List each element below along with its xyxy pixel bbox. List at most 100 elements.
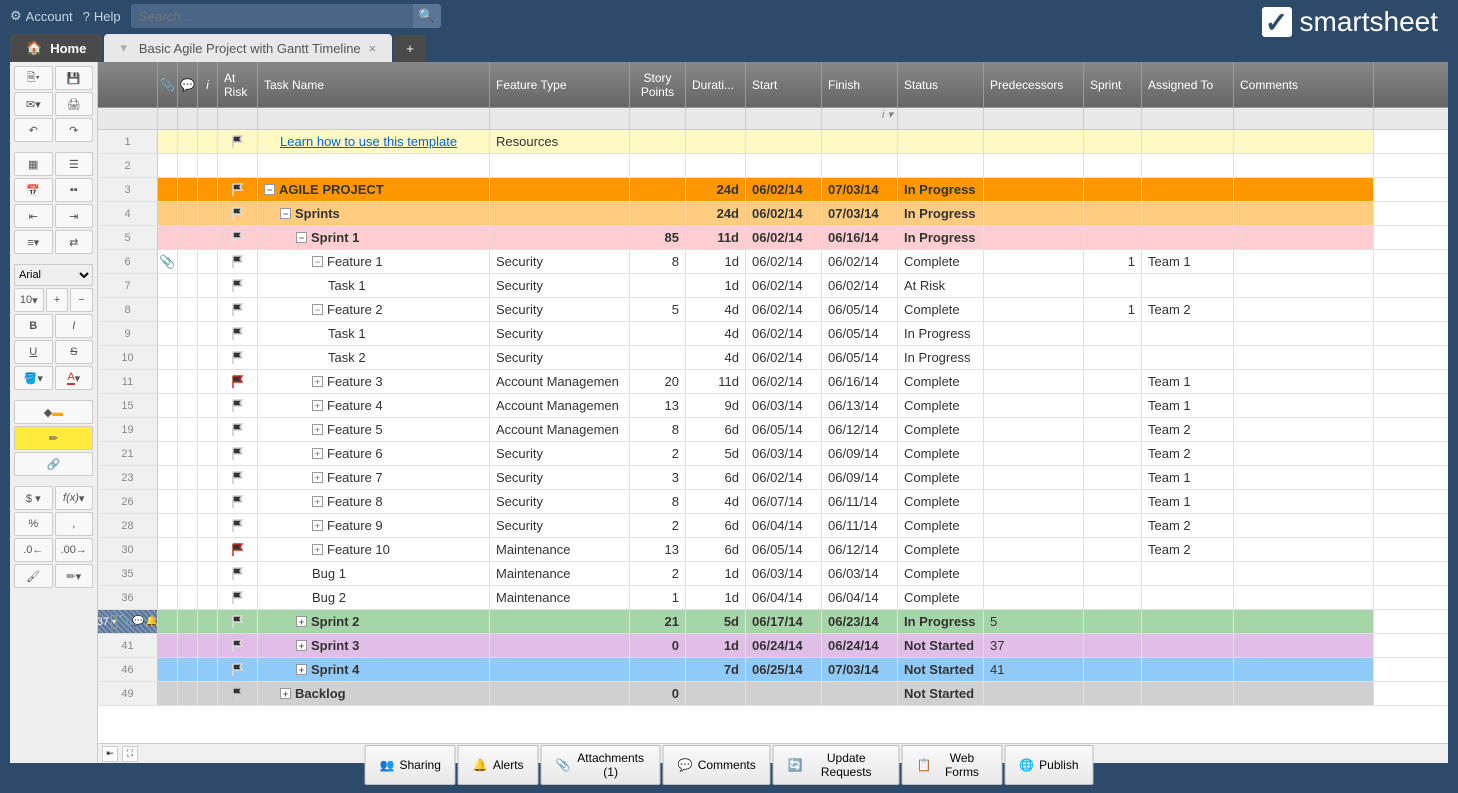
cell-task[interactable]: −Feature 2 [258, 298, 490, 321]
table-row[interactable]: 10 Task 2 Security 4d 06/02/14 06/05/14 … [98, 346, 1448, 370]
row-number[interactable]: 9 [98, 322, 158, 345]
cell-comments[interactable] [1234, 298, 1374, 321]
cell-task[interactable]: +Feature 3 [258, 370, 490, 393]
cell-duration[interactable] [686, 682, 746, 705]
comments-button[interactable]: 💬 Comments [663, 745, 771, 785]
cell-story[interactable]: 85 [630, 226, 686, 249]
cell-start[interactable]: 06/02/14 [746, 370, 822, 393]
cell-ftype[interactable]: Security [490, 514, 630, 537]
cell-flag[interactable] [218, 322, 258, 345]
cell-task[interactable]: Task 1 [258, 322, 490, 345]
cell-discuss[interactable] [178, 514, 198, 537]
table-row[interactable]: 35 Bug 1 Maintenance 2 1d 06/03/14 06/03… [98, 562, 1448, 586]
cell-assigned[interactable]: Team 1 [1142, 250, 1234, 273]
cell-story[interactable]: 20 [630, 370, 686, 393]
cell-task[interactable] [258, 154, 490, 177]
decrease-decimal-button[interactable]: .0← [14, 538, 53, 562]
cell-pred[interactable] [984, 202, 1084, 225]
expand-toggle[interactable]: + [312, 376, 323, 387]
cell-info[interactable] [198, 538, 218, 561]
expand-toggle[interactable]: + [312, 448, 323, 459]
cell-start[interactable]: 06/02/14 [746, 250, 822, 273]
cell-attach[interactable] [158, 202, 178, 225]
cell-comments[interactable] [1234, 658, 1374, 681]
header-duration[interactable]: Durati... [686, 62, 746, 107]
cell-attach[interactable] [158, 394, 178, 417]
cell-finish[interactable]: 06/05/14 [822, 346, 898, 369]
italic-button[interactable]: I [55, 314, 94, 338]
cell-start[interactable]: 06/02/14 [746, 466, 822, 489]
cell-status[interactable]: At Risk [898, 274, 984, 297]
cell-ftype[interactable] [490, 682, 630, 705]
row-number[interactable]: 7 [98, 274, 158, 297]
cell-assigned[interactable] [1142, 322, 1234, 345]
cell-attach[interactable] [158, 298, 178, 321]
table-row[interactable]: 9 Task 1 Security 4d 06/02/14 06/05/14 I… [98, 322, 1448, 346]
cell-start[interactable]: 06/03/14 [746, 394, 822, 417]
cell-task[interactable]: Bug 2 [258, 586, 490, 609]
cell-task[interactable]: +Feature 7 [258, 466, 490, 489]
header-sprint[interactable]: Sprint [1084, 62, 1142, 107]
table-row[interactable]: 46 +Sprint 4 7d 06/25/14 07/03/14 Not St… [98, 658, 1448, 682]
cell-attach[interactable] [158, 634, 178, 657]
table-row[interactable]: 7 Task 1 Security 1d 06/02/14 06/02/14 A… [98, 274, 1448, 298]
cell-assigned[interactable]: Team 2 [1142, 418, 1234, 441]
cell-discuss[interactable] [178, 562, 198, 585]
currency-button[interactable]: $ ▾ [14, 486, 53, 510]
cell-duration[interactable] [686, 154, 746, 177]
cell-attach[interactable] [158, 538, 178, 561]
cell-task[interactable]: −Sprint 1 [258, 226, 490, 249]
cell-assigned[interactable] [1142, 274, 1234, 297]
cell-flag[interactable] [218, 226, 258, 249]
cell-discuss[interactable] [178, 298, 198, 321]
row-number[interactable]: 49 [98, 682, 158, 705]
bold-button[interactable]: B [14, 314, 53, 338]
table-row[interactable]: 37▾📎💬🔔 +Sprint 2 21 5d 06/17/14 06/23/14… [98, 610, 1448, 634]
header-discuss[interactable]: 💬 [178, 62, 198, 107]
tab-close-icon[interactable]: × [369, 41, 377, 56]
cell-duration[interactable] [686, 130, 746, 153]
cell-info[interactable] [198, 514, 218, 537]
cell-duration[interactable]: 4d [686, 490, 746, 513]
cell-flag[interactable] [218, 658, 258, 681]
cell-discuss[interactable] [178, 586, 198, 609]
cell-pred[interactable] [984, 322, 1084, 345]
table-row[interactable]: 2 [98, 154, 1448, 178]
cell-attach[interactable] [158, 682, 178, 705]
grid-view-button[interactable]: ▦ [14, 152, 53, 176]
function-button[interactable]: f(x)▾ [55, 486, 94, 510]
cell-pred[interactable] [984, 370, 1084, 393]
cell-comments[interactable] [1234, 490, 1374, 513]
header-info[interactable]: i [198, 62, 218, 107]
cell-assigned[interactable] [1142, 178, 1234, 201]
cell-discuss[interactable] [178, 322, 198, 345]
cell-comments[interactable] [1234, 322, 1374, 345]
cell-comments[interactable] [1234, 538, 1374, 561]
redo-button[interactable]: ↷ [55, 118, 94, 142]
cell-pred[interactable] [984, 274, 1084, 297]
cell-ftype[interactable]: Account Managemen [490, 394, 630, 417]
cell-attach[interactable] [158, 274, 178, 297]
cell-start[interactable]: 06/03/14 [746, 442, 822, 465]
cell-status[interactable]: Complete [898, 394, 984, 417]
cell-pred[interactable]: 41 [984, 658, 1084, 681]
outdent-button[interactable]: ⇤ [14, 204, 53, 228]
cell-info[interactable] [198, 586, 218, 609]
font-size-select[interactable]: 10 ▾ [14, 288, 44, 312]
cell-status[interactable]: Not Started [898, 682, 984, 705]
cell-pred[interactable] [984, 250, 1084, 273]
cell-duration[interactable]: 11d [686, 226, 746, 249]
expand-toggle[interactable]: − [296, 232, 307, 243]
header-atrisk[interactable]: At Risk [218, 62, 258, 107]
cell-duration[interactable]: 1d [686, 634, 746, 657]
cell-ftype[interactable]: Security [490, 298, 630, 321]
cell-duration[interactable]: 24d [686, 202, 746, 225]
cell-story[interactable]: 1 [630, 586, 686, 609]
cell-pred[interactable] [984, 226, 1084, 249]
cell-finish[interactable]: 06/12/14 [822, 538, 898, 561]
cell-info[interactable] [198, 346, 218, 369]
cell-sprint[interactable] [1084, 130, 1142, 153]
cell-story[interactable]: 8 [630, 418, 686, 441]
cell-start[interactable]: 06/04/14 [746, 514, 822, 537]
web-forms-button[interactable]: 📋 Web Forms [902, 745, 1002, 785]
